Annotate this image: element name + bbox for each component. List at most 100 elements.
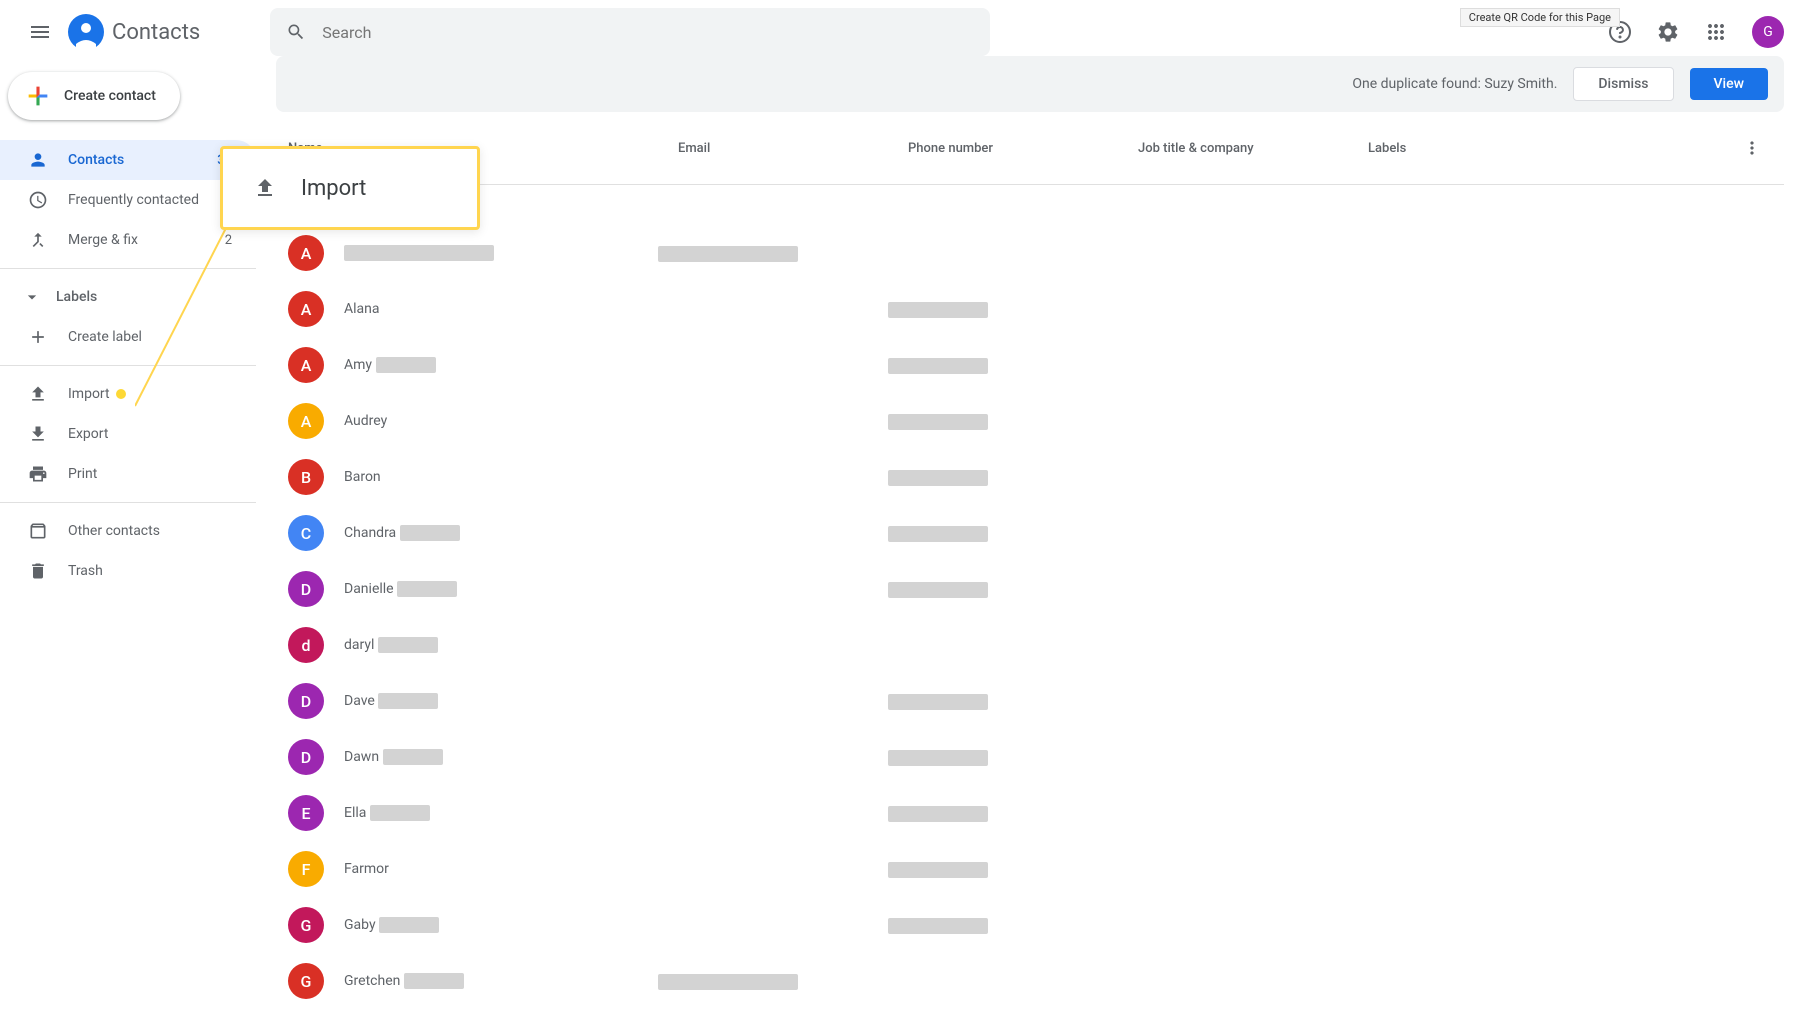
contact-avatar: F bbox=[288, 851, 324, 887]
download-icon bbox=[28, 424, 48, 444]
hamburger-icon bbox=[28, 20, 52, 44]
nav-main: Contacts 33 Frequently contacted Merge &… bbox=[0, 140, 256, 260]
upload-icon bbox=[28, 384, 48, 404]
nav-label: Print bbox=[68, 466, 232, 482]
contact-phone bbox=[888, 692, 1118, 711]
contact-phone bbox=[888, 412, 1118, 431]
labels-header[interactable]: Labels bbox=[0, 277, 256, 317]
col-header-phone: Phone number bbox=[908, 141, 1138, 156]
col-header-labels: Labels bbox=[1368, 141, 1732, 156]
search-input[interactable] bbox=[322, 23, 974, 42]
user-avatar[interactable]: G bbox=[1752, 16, 1784, 48]
settings-button[interactable] bbox=[1648, 12, 1688, 52]
contact-row[interactable]: A Amy bbox=[276, 337, 1784, 393]
contact-avatar: d bbox=[288, 627, 324, 663]
sidebar-item-frequent[interactable]: Frequently contacted bbox=[0, 180, 256, 220]
divider bbox=[0, 365, 256, 366]
contact-phone bbox=[888, 524, 1118, 543]
contact-avatar: C bbox=[288, 515, 324, 551]
notification-text: One duplicate found: Suzy Smith. bbox=[1352, 76, 1557, 92]
search-icon bbox=[286, 22, 306, 42]
sidebar-item-print[interactable]: Print bbox=[0, 454, 256, 494]
contact-phone bbox=[888, 580, 1118, 599]
apps-button[interactable] bbox=[1696, 12, 1736, 52]
create-contact-button[interactable]: Create contact bbox=[8, 72, 180, 120]
merge-icon bbox=[28, 230, 48, 250]
contact-row[interactable]: A Audrey bbox=[276, 393, 1784, 449]
nav-label: Trash bbox=[68, 563, 232, 579]
contact-name: Amy bbox=[344, 357, 436, 373]
contact-avatar: A bbox=[288, 235, 324, 271]
contact-avatar: E bbox=[288, 795, 324, 831]
contact-row[interactable]: GGaby bbox=[276, 897, 1784, 953]
contact-name: Dave bbox=[344, 693, 438, 709]
chevron-down-icon bbox=[22, 287, 42, 307]
table-header: Name Email Phone number Job title & comp… bbox=[276, 112, 1784, 185]
import-callout: Import bbox=[220, 146, 480, 230]
contacts-logo-icon bbox=[68, 14, 104, 50]
divider bbox=[0, 268, 256, 269]
nav-label: Contacts bbox=[68, 152, 217, 168]
contact-list: AAAlana AAmy AAudrey BBaron CChandra DDa… bbox=[276, 225, 1784, 1009]
menu-button[interactable] bbox=[16, 8, 64, 56]
sidebar: Create contact Contacts 33 Frequently co… bbox=[0, 56, 256, 1012]
contact-name: Audrey bbox=[344, 413, 387, 429]
view-button[interactable]: View bbox=[1690, 68, 1769, 100]
contact-row[interactable]: ddaryl bbox=[276, 617, 1784, 673]
callout-label: Import bbox=[301, 176, 366, 201]
contact-row[interactable]: AAlana bbox=[276, 281, 1784, 337]
sidebar-item-create-label[interactable]: Create label bbox=[0, 317, 256, 357]
more-vert-icon bbox=[1742, 138, 1762, 158]
nav-label: Export bbox=[68, 426, 232, 442]
content-area: One duplicate found: Suzy Smith. Dismiss… bbox=[256, 56, 1800, 1012]
contact-name: Farmor bbox=[344, 861, 389, 877]
contact-row[interactable]: D Dave bbox=[276, 673, 1784, 729]
contact-email bbox=[658, 244, 888, 263]
contact-row[interactable]: EElla bbox=[276, 785, 1784, 841]
contact-avatar: G bbox=[288, 963, 324, 999]
nav-label: Frequently contacted bbox=[68, 192, 232, 208]
nav-label: Merge & fix bbox=[68, 232, 225, 248]
contact-phone bbox=[888, 916, 1118, 935]
labels-label: Labels bbox=[56, 289, 97, 305]
sidebar-item-other-contacts[interactable]: Other contacts bbox=[0, 511, 256, 551]
contact-row[interactable]: BBaron bbox=[276, 449, 1784, 505]
sidebar-item-trash[interactable]: Trash bbox=[0, 551, 256, 591]
sidebar-item-import[interactable]: Import bbox=[0, 374, 256, 414]
contact-avatar: A bbox=[288, 347, 324, 383]
create-contact-label: Create contact bbox=[64, 88, 156, 104]
plus-small-icon bbox=[28, 327, 48, 347]
person-icon bbox=[28, 150, 48, 170]
contact-avatar: D bbox=[288, 683, 324, 719]
contact-row[interactable]: DDanielle bbox=[276, 561, 1784, 617]
contact-row[interactable]: A bbox=[276, 225, 1784, 281]
contact-phone bbox=[888, 748, 1118, 767]
contact-row[interactable]: C Chandra bbox=[276, 505, 1784, 561]
sidebar-item-merge[interactable]: Merge & fix 2 bbox=[0, 220, 256, 260]
contact-avatar: D bbox=[288, 571, 324, 607]
gear-icon bbox=[1656, 20, 1680, 44]
notification-bar: One duplicate found: Suzy Smith. Dismiss… bbox=[276, 56, 1784, 112]
nav-label: Import bbox=[68, 386, 232, 402]
sidebar-item-export[interactable]: Export bbox=[0, 414, 256, 454]
app-title: Contacts bbox=[112, 20, 200, 45]
contact-avatar: A bbox=[288, 291, 324, 327]
nav-count: 2 bbox=[225, 233, 232, 248]
search-container[interactable] bbox=[270, 8, 990, 56]
contact-name: Gretchen bbox=[344, 973, 464, 989]
contact-phone bbox=[888, 804, 1118, 823]
contact-name: Chandra bbox=[344, 525, 460, 541]
contact-row[interactable]: F Farmor bbox=[276, 841, 1784, 897]
highlight-dot bbox=[116, 389, 126, 399]
more-actions-button[interactable] bbox=[1732, 128, 1772, 168]
dismiss-button[interactable]: Dismiss bbox=[1573, 67, 1673, 101]
qr-tooltip: Create QR Code for this Page bbox=[1460, 8, 1620, 27]
contact-avatar: A bbox=[288, 403, 324, 439]
contact-row[interactable]: DDawn bbox=[276, 729, 1784, 785]
header-actions: G bbox=[1600, 12, 1784, 52]
sidebar-item-contacts[interactable]: Contacts 33 bbox=[0, 140, 256, 180]
nav-label: Create label bbox=[68, 329, 232, 345]
contact-row[interactable]: G Gretchen bbox=[276, 953, 1784, 1009]
print-icon bbox=[28, 464, 48, 484]
contact-name: Dawn bbox=[344, 749, 443, 765]
